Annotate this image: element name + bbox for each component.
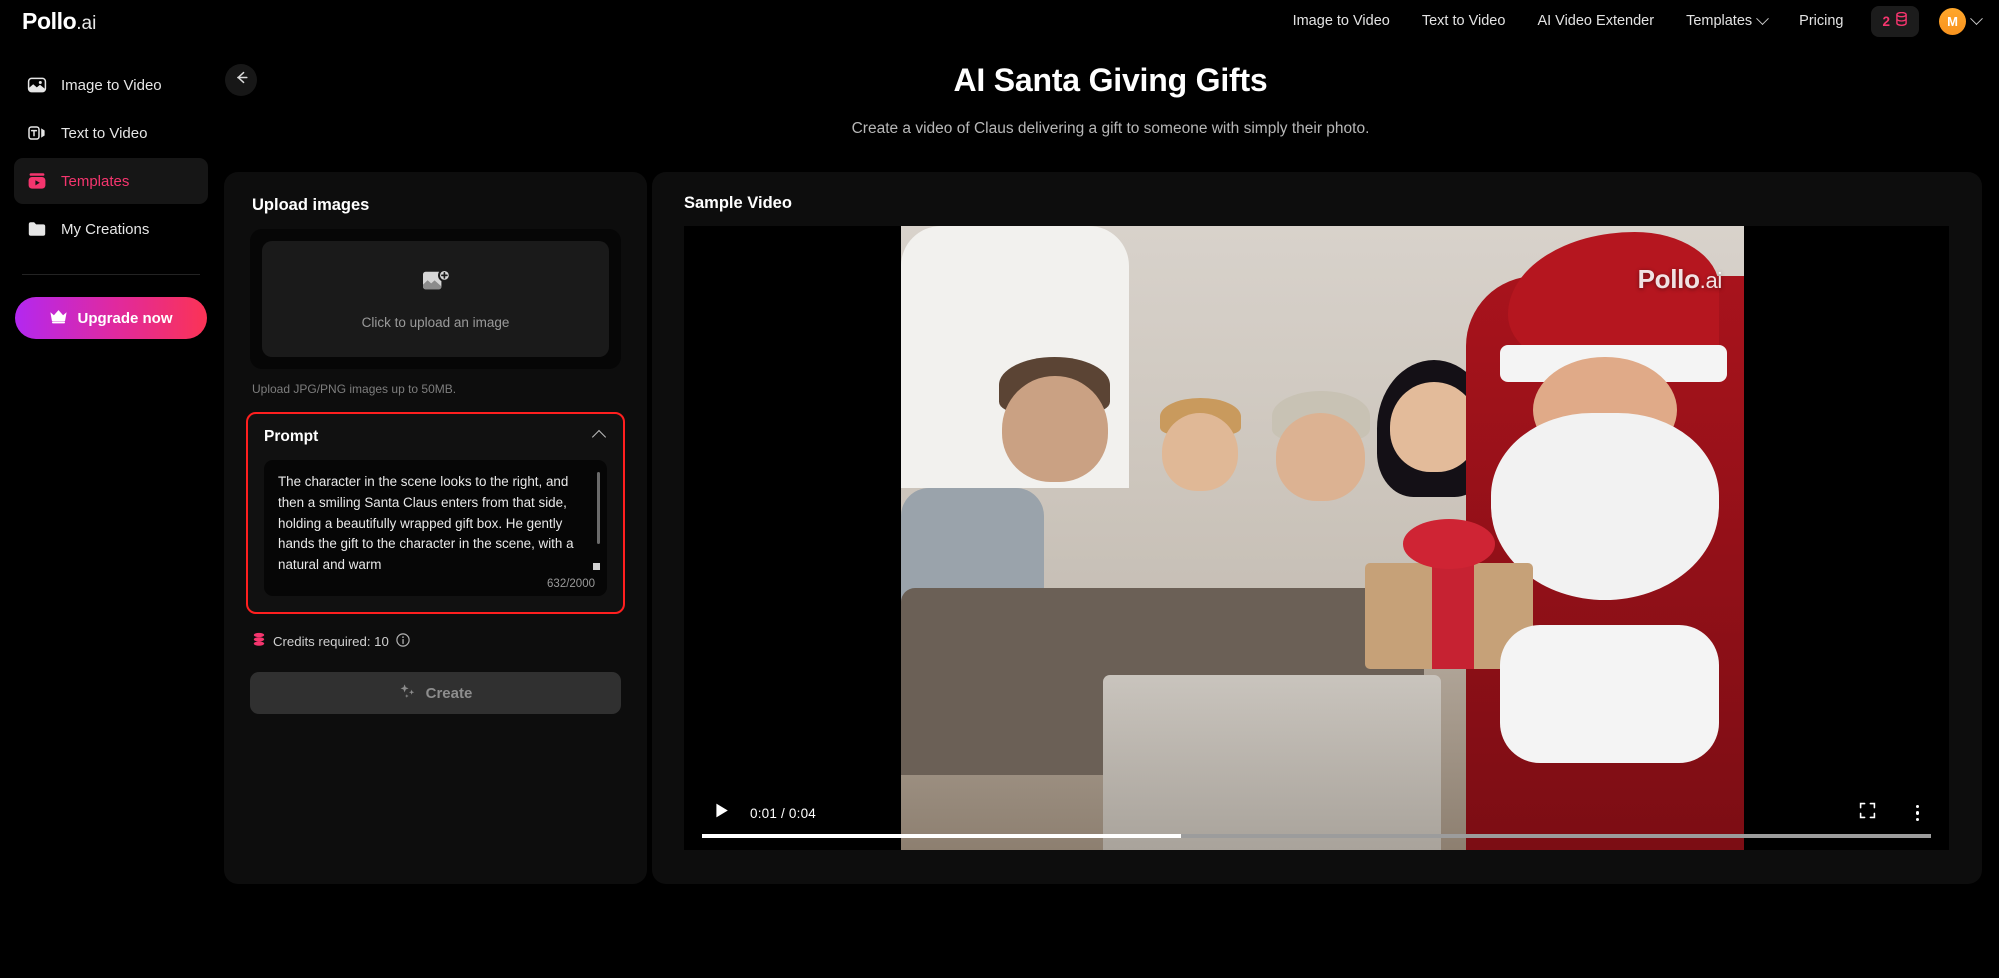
chevron-down-icon bbox=[1970, 11, 1983, 25]
sidebar-item-label: Text to Video bbox=[61, 124, 148, 142]
account-menu[interactable]: M bbox=[1939, 7, 1983, 35]
topnav-item-ai-video-extender[interactable]: AI Video Extender bbox=[1521, 7, 1670, 35]
scene-person-3-head bbox=[1276, 413, 1365, 501]
topnav-item-pricing[interactable]: Pricing bbox=[1783, 7, 1859, 35]
play-icon[interactable] bbox=[714, 802, 730, 824]
left-config-panel: Upload images Click to upload an image U… bbox=[224, 172, 647, 884]
video-controls-right bbox=[1859, 802, 1919, 824]
page-subtitle: Create a video of Claus delivering a gif… bbox=[851, 120, 1370, 137]
back-button[interactable] bbox=[225, 64, 257, 96]
video-watermark: Pollo.ai bbox=[1637, 264, 1723, 295]
scene-santa-arm bbox=[1499, 625, 1719, 763]
credits-count: 2 bbox=[1882, 13, 1890, 29]
image-to-video-icon bbox=[26, 74, 48, 96]
prompt-header[interactable]: Prompt bbox=[264, 428, 607, 446]
topnav-item-text-to-video[interactable]: Text to Video bbox=[1406, 7, 1522, 35]
topnav-label: Image to Video bbox=[1292, 13, 1390, 29]
sidebar-item-my-creations[interactable]: My Creations bbox=[14, 206, 208, 252]
chevron-up-icon[interactable] bbox=[591, 429, 607, 445]
create-button-label: Create bbox=[425, 684, 473, 702]
chevron-down-icon bbox=[1756, 11, 1770, 25]
video-still-image: Pollo.ai bbox=[901, 226, 1744, 850]
video-progress-played bbox=[702, 834, 1182, 838]
topnav-label: Templates bbox=[1686, 13, 1753, 29]
info-icon[interactable] bbox=[396, 632, 410, 650]
sample-video-title: Sample Video bbox=[684, 194, 792, 212]
topnav-label: AI Video Extender bbox=[1537, 13, 1655, 29]
video-progress-bar[interactable] bbox=[702, 834, 1931, 838]
app-logo[interactable]: Pollo .ai bbox=[22, 8, 96, 35]
sidebar-divider bbox=[22, 274, 200, 275]
topnav-label: Pricing bbox=[1799, 13, 1844, 29]
upload-images-title: Upload images bbox=[252, 196, 370, 214]
sidebar-item-label: Templates bbox=[61, 172, 130, 190]
sidebar-item-image-to-video[interactable]: Image to Video bbox=[14, 62, 208, 108]
textarea-resize-handle[interactable] bbox=[593, 563, 600, 570]
upload-hint-text: Upload JPG/PNG images up to 50MB. bbox=[252, 382, 457, 396]
templates-icon bbox=[26, 170, 48, 192]
topnav-item-image-to-video[interactable]: Image to Video bbox=[1277, 7, 1406, 35]
credits-coin-icon bbox=[1895, 11, 1908, 31]
sidebar-item-text-to-video[interactable]: Text to Video bbox=[14, 110, 208, 156]
page-title: AI Santa Giving Gifts bbox=[953, 62, 1268, 98]
kebab-dot bbox=[1915, 804, 1919, 809]
credits-coin-icon bbox=[252, 632, 266, 650]
create-button[interactable]: Create bbox=[250, 672, 621, 714]
kebab-dot bbox=[1915, 817, 1919, 822]
crown-icon bbox=[49, 308, 68, 328]
scene-person-2-head bbox=[1162, 413, 1239, 492]
prompt-scrollbar[interactable] bbox=[597, 472, 600, 544]
prompt-textarea[interactable]: The character in the scene looks to the … bbox=[264, 460, 607, 596]
credits-required-label: Credits required: 10 bbox=[273, 633, 389, 649]
kebab-menu-icon[interactable] bbox=[1915, 804, 1919, 822]
upload-dropzone[interactable]: Click to upload an image bbox=[250, 229, 621, 369]
video-controls: 0:01 / 0:04 bbox=[684, 786, 1949, 850]
sample-video-player[interactable]: Pollo.ai 0:01 / 0:04 bbox=[684, 226, 1949, 850]
image-plus-icon bbox=[421, 268, 451, 302]
upgrade-now-button[interactable]: Upgrade now bbox=[15, 297, 207, 339]
prompt-text-value: The character in the scene looks to the … bbox=[278, 474, 578, 573]
fullscreen-icon[interactable] bbox=[1859, 802, 1876, 824]
top-navigation: Image to Video Text to Video AI Video Ex… bbox=[1277, 5, 1999, 37]
character-counter: 632/2000 bbox=[547, 578, 595, 590]
scene-gift-bow bbox=[1402, 519, 1496, 570]
sidebar-item-label: Image to Video bbox=[61, 76, 162, 94]
sidebar-item-label: My Creations bbox=[61, 220, 150, 238]
topnav-label: Text to Video bbox=[1421, 13, 1506, 29]
upgrade-label: Upgrade now bbox=[77, 309, 173, 327]
sidebar: Image to Video Text to Video Templates M… bbox=[0, 42, 222, 978]
video-controls-row: 0:01 / 0:04 bbox=[684, 798, 1949, 828]
arrow-left-icon bbox=[233, 69, 250, 91]
watermark-main-text: Pollo bbox=[1637, 264, 1700, 294]
sidebar-item-templates[interactable]: Templates bbox=[14, 158, 208, 204]
text-to-video-icon bbox=[26, 122, 48, 144]
logo-suffix-text: .ai bbox=[76, 12, 97, 34]
upload-dropzone-inner[interactable]: Click to upload an image bbox=[262, 241, 609, 357]
prompt-title: Prompt bbox=[264, 428, 319, 445]
kebab-dot bbox=[1915, 811, 1919, 815]
avatar[interactable]: M bbox=[1939, 7, 1966, 35]
scene-person-1-head bbox=[1002, 375, 1108, 482]
top-bar: Pollo .ai Image to Video Text to Video AI… bbox=[0, 0, 1999, 42]
folder-icon bbox=[26, 218, 48, 240]
credits-required-row: Credits required: 10 bbox=[252, 632, 647, 650]
video-time-label: 0:01 / 0:04 bbox=[750, 805, 817, 821]
prompt-section: Prompt The character in the scene looks … bbox=[246, 412, 625, 614]
credits-badge[interactable]: 2 bbox=[1871, 5, 1919, 37]
watermark-suffix-text: .ai bbox=[1699, 268, 1723, 293]
sparkles-icon bbox=[399, 682, 417, 704]
upload-cta-label: Click to upload an image bbox=[361, 314, 510, 330]
video-frame: Pollo.ai bbox=[901, 226, 1744, 850]
avatar-initial: M bbox=[1947, 13, 1958, 29]
logo-main-text: Pollo bbox=[22, 7, 77, 34]
topnav-item-templates[interactable]: Templates bbox=[1670, 7, 1783, 35]
